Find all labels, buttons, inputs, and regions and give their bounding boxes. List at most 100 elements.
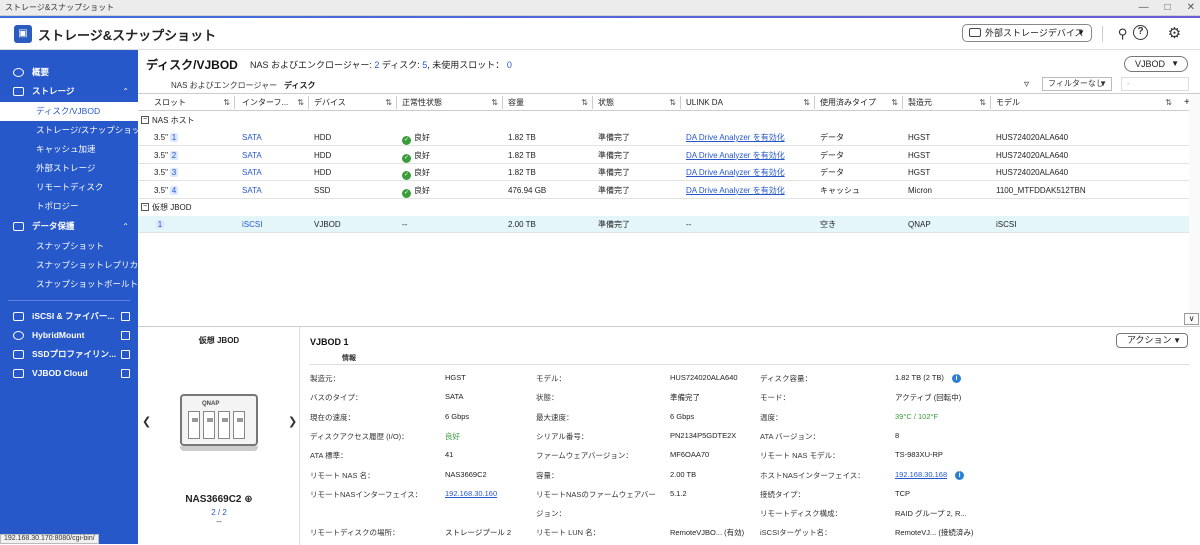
ulink-cell[interactable]: DA Drive Analyzer を有効化 bbox=[686, 182, 814, 199]
app-header: ▣ ストレージ&スナップショット 外部ストレージデバイス ▼ ⚲ ? ⚙ bbox=[0, 18, 1200, 50]
info-value-text: PN2134P5GDTE2X bbox=[670, 430, 737, 440]
action-button[interactable]: アクション ▼ bbox=[1116, 333, 1188, 348]
zoom-icon[interactable]: ⊕ bbox=[244, 494, 252, 505]
tab-nas-enclosure[interactable]: NAS およびエンクロージャー bbox=[171, 80, 277, 91]
header-separator bbox=[1102, 26, 1103, 42]
column-separator[interactable] bbox=[902, 96, 903, 109]
sidebar-link-vjbod-cloud[interactable]: VJBOD Cloud bbox=[0, 364, 138, 383]
column-header-health[interactable]: 正常性状態 ⇅ bbox=[402, 94, 502, 111]
column-separator[interactable] bbox=[814, 96, 815, 109]
table-scrollbar[interactable] bbox=[1189, 94, 1200, 324]
column-header-capacity[interactable]: 容量 ⇅ bbox=[508, 94, 592, 111]
page-title: ディスク/VJBOD bbox=[146, 58, 238, 72]
info-value[interactable]: 192.168.30.160 bbox=[445, 489, 497, 498]
sidebar-link-hybridmount[interactable]: HybridMount bbox=[0, 326, 138, 345]
column-separator[interactable] bbox=[990, 96, 991, 109]
interface-cell: SATA bbox=[242, 133, 262, 142]
filter-input[interactable]: - bbox=[1121, 77, 1189, 91]
sidebar-item-storage-snapshots[interactable]: ストレージ/スナップショット bbox=[0, 121, 138, 140]
table-row[interactable]: 3.5" 1 SATA HDD ✓ 良好 1.82 TB 準備完了 DA Drive Analy… bbox=[138, 129, 1200, 146]
group-row-nas-host[interactable]: − NAS ホスト bbox=[138, 112, 1200, 129]
table-row[interactable]: 3.5" 2 SATA HDD ✓ 良好 1.82 TB 準備完了 DA Drive Analy… bbox=[138, 147, 1200, 164]
vjbod-button[interactable]: VJBOD ▼ bbox=[1124, 56, 1188, 72]
info-value-text[interactable]: 192.168.30.168 bbox=[895, 470, 947, 479]
drive-bay bbox=[188, 411, 200, 439]
close-icon[interactable]: ✕ bbox=[1187, 0, 1195, 15]
cloud-icon bbox=[13, 369, 24, 378]
sidebar-divider bbox=[8, 300, 130, 301]
info-value-text[interactable]: 192.168.30.160 bbox=[445, 489, 497, 498]
info-icon[interactable]: i bbox=[951, 374, 961, 383]
slot-badge: 3 bbox=[169, 168, 178, 177]
device-pagination: 2 / 2 bbox=[211, 508, 227, 517]
sort-icon: ⇅ bbox=[979, 98, 986, 107]
column-separator[interactable] bbox=[234, 96, 235, 109]
collapse-icon[interactable]: − bbox=[141, 116, 149, 124]
column-separator[interactable] bbox=[308, 96, 309, 109]
column-header-usage-type[interactable]: 使用済みタイプ ⇅ bbox=[820, 94, 902, 111]
filter-icon[interactable]: ▿ bbox=[1024, 79, 1036, 91]
collapse-icon[interactable]: − bbox=[141, 203, 149, 211]
column-separator[interactable] bbox=[680, 96, 681, 109]
sidebar-item-snapshot-replica[interactable]: スナップショットレプリカ bbox=[0, 256, 138, 275]
info-value[interactable]: 192.168.30.168 i bbox=[895, 470, 965, 480]
sidebar-item-remote-disk[interactable]: リモートディスク bbox=[0, 178, 138, 197]
chevron-right-icon[interactable]: ❯ bbox=[288, 415, 297, 428]
collapse-panel-icon[interactable]: ∨ bbox=[1184, 313, 1199, 325]
info-icon[interactable]: i bbox=[955, 470, 965, 480]
column-separator[interactable] bbox=[592, 96, 593, 109]
table-header: スロット ⇅ インターフ... ⇅ デバイス ⇅ 正常性状態 ⇅ 容量 ⇅ 状態 ⇅ ULI… bbox=[138, 94, 1200, 111]
sidebar-item-overview[interactable]: 概要 bbox=[0, 63, 138, 82]
status-url: 192.168.30.170:8080/cgi-bin/ bbox=[0, 534, 99, 544]
info-label: 状態： bbox=[536, 393, 559, 403]
info-value: 6 Gbps bbox=[670, 412, 694, 421]
ulink-cell[interactable]: DA Drive Analyzer を有効化 bbox=[686, 129, 814, 146]
sidebar-item-data-protection[interactable]: データ保護 ⌃ bbox=[0, 217, 138, 236]
group-row-virtual-jbod[interactable]: − 仮想 JBOD bbox=[138, 199, 1200, 216]
sidebar-item-cache-acceleration[interactable]: キャッシュ加速 bbox=[0, 140, 138, 159]
column-header-label: 正常性状態 bbox=[402, 98, 442, 107]
info-value: 準備完了 bbox=[670, 392, 700, 403]
ulink-cell[interactable]: DA Drive Analyzer を有効化 bbox=[686, 164, 814, 181]
sidebar-item-topology[interactable]: トポロジー bbox=[0, 197, 138, 216]
column-header-state[interactable]: 状態 ⇅ bbox=[598, 94, 680, 111]
column-header-vendor[interactable]: 製造元 ⇅ bbox=[908, 94, 990, 111]
ulink-cell[interactable]: DA Drive Analyzer を有効化 bbox=[686, 147, 814, 164]
sidebar-link-ssd-profiling[interactable]: SSDプロファイリン... bbox=[0, 345, 138, 364]
column-separator[interactable] bbox=[396, 96, 397, 109]
column-header-interface[interactable]: インターフ... ⇅ bbox=[242, 94, 308, 111]
sidebar-item-storage[interactable]: ストレージ ⌃ bbox=[0, 82, 138, 101]
search-settings-icon[interactable]: ⚲ bbox=[1114, 25, 1131, 42]
sidebar-item-disks-vjbod[interactable]: ディスク/VJBOD bbox=[0, 102, 138, 121]
info-value: 5.1.2 bbox=[670, 489, 687, 498]
slot-cell: 3.5" 2 bbox=[154, 147, 234, 164]
model-cell: HUS724020ALA640 bbox=[996, 168, 1069, 177]
sidebar-item-snapshot[interactable]: スナップショット bbox=[0, 237, 138, 256]
column-separator[interactable] bbox=[502, 96, 503, 109]
device-name: NAS3669C2 ⊕ bbox=[138, 494, 300, 505]
sidebar-item-external-storage[interactable]: 外部ストレージ bbox=[0, 159, 138, 178]
table-row[interactable]: 3.5" 3 SATA HDD ✓ 良好 1.82 TB 準備完了 DA Drive Analy… bbox=[138, 164, 1200, 181]
column-header-model[interactable]: モデル ⇅ bbox=[996, 94, 1176, 111]
info-value: RAID グループ 2, R... bbox=[895, 508, 967, 519]
info-label: ATA バージョン： bbox=[760, 431, 820, 441]
vjbod-button-label: VJBOD bbox=[1135, 59, 1166, 69]
sidebar-link-iscsi[interactable]: iSCSI & ファイバー... bbox=[0, 307, 138, 326]
slot-size: 3.5" bbox=[154, 133, 168, 142]
chevron-left-icon[interactable]: ❮ bbox=[142, 415, 151, 428]
filter-select[interactable]: フィルターなし ▼ bbox=[1042, 77, 1112, 91]
help-icon[interactable]: ? bbox=[1133, 25, 1148, 40]
maximize-icon[interactable]: □ bbox=[1165, 0, 1171, 15]
gear-icon[interactable]: ⚙ bbox=[1166, 25, 1183, 42]
check-circle-icon: ✓ bbox=[402, 188, 411, 198]
column-header-slot[interactable]: スロット ⇅ bbox=[154, 94, 234, 111]
column-header-device[interactable]: デバイス ⇅ bbox=[314, 94, 396, 111]
table-row[interactable]: 1 iSCSI VJBOD -- 2.00 TB 準備完了 -- 空き QNAP… bbox=[138, 216, 1200, 233]
column-header-ulink[interactable]: ULINK DA ⇅ bbox=[686, 94, 814, 111]
device-preview-title: 仮想 JBOD bbox=[198, 336, 240, 345]
table-row[interactable]: 3.5" 4 SATA SSD ✓ 良好 476.94 GB 準備完了 DA Drive Ana… bbox=[138, 182, 1200, 199]
external-storage-button[interactable]: 外部ストレージデバイス ▼ bbox=[962, 24, 1092, 42]
sidebar-item-snapshot-vault[interactable]: スナップショットボールト bbox=[0, 275, 138, 294]
info-label: 温度： bbox=[760, 412, 783, 422]
minimize-icon[interactable]: — bbox=[1139, 0, 1149, 15]
